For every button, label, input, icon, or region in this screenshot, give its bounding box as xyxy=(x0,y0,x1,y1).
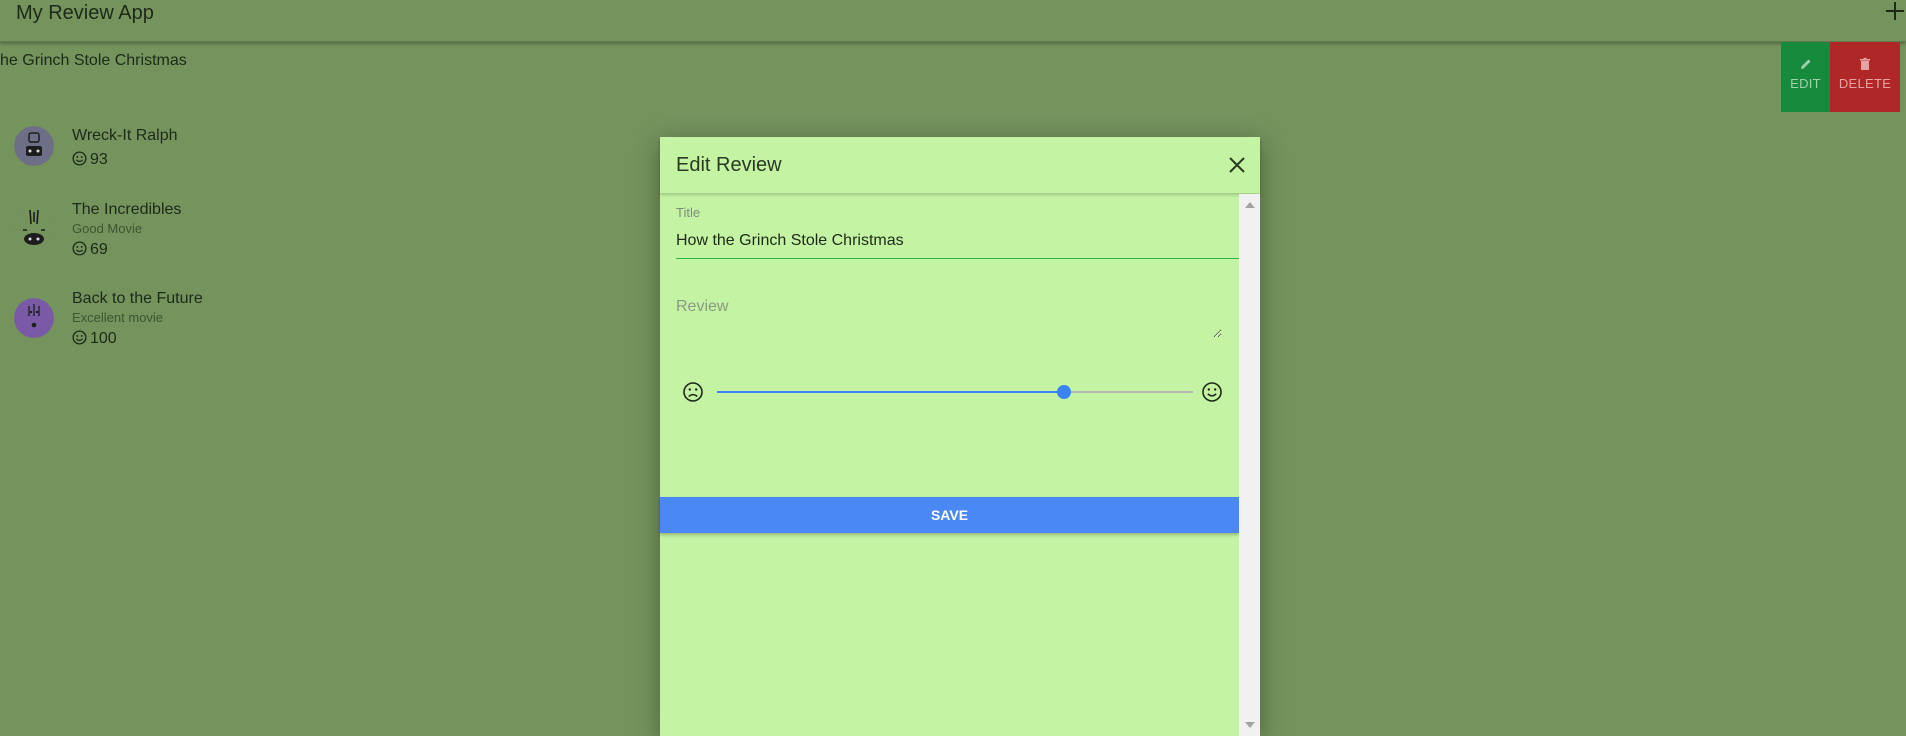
review-title: Back to the Future xyxy=(72,290,203,307)
scroll-up-arrow-icon[interactable] xyxy=(1245,202,1255,208)
app-bar: My Review App xyxy=(0,0,1906,42)
edit-action-label: EDIT xyxy=(1790,76,1821,91)
robot-avatar xyxy=(14,126,54,166)
rating-slider-thumb[interactable] xyxy=(1057,385,1072,399)
app-title: My Review App xyxy=(16,2,154,24)
review-score: 69 xyxy=(72,241,108,259)
delete-action-button[interactable]: DELETE xyxy=(1830,42,1900,112)
smile-icon xyxy=(72,241,87,256)
delete-action-label: DELETE xyxy=(1838,76,1892,91)
title-field-label: Title xyxy=(676,205,701,220)
review-field[interactable] xyxy=(676,298,1222,338)
close-icon[interactable] xyxy=(1227,155,1247,175)
save-button[interactable]: SAVE xyxy=(660,497,1239,533)
review-score-value: 93 xyxy=(90,151,108,168)
dialog-header: Edit Review xyxy=(660,137,1260,193)
plus-icon[interactable] xyxy=(1884,0,1906,22)
review-subtitle: Good Movie xyxy=(72,221,143,236)
scroll-down-arrow-icon[interactable] xyxy=(1245,722,1255,728)
review-title: The Incredibles xyxy=(72,201,182,218)
dialog-title: Edit Review xyxy=(676,154,782,176)
review-score-value: 100 xyxy=(90,330,117,347)
title-field[interactable] xyxy=(676,230,1239,259)
smile-icon xyxy=(72,151,87,166)
pencil-icon xyxy=(1800,59,1810,69)
frown-icon xyxy=(683,382,703,402)
review-score: 93 xyxy=(72,151,108,169)
swiped-review-title[interactable]: he Grinch Stole Christmas xyxy=(0,52,187,70)
review-subtitle: Excellent movie xyxy=(72,310,164,325)
dialog-body: Title SAVE xyxy=(660,194,1239,736)
edit-action-button[interactable]: EDIT xyxy=(1781,42,1830,112)
smile-icon xyxy=(72,330,87,345)
rating-slider-fill xyxy=(717,391,1065,393)
rating-slider[interactable] xyxy=(717,385,1193,399)
purple-face-avatar xyxy=(14,298,54,338)
edit-review-dialog: Edit Review Title SAVE xyxy=(660,137,1260,736)
trash-icon xyxy=(1860,57,1870,70)
review-title: Wreck-It Ralph xyxy=(72,127,178,144)
smile-icon xyxy=(1202,382,1222,402)
monster-avatar xyxy=(14,208,54,248)
review-score-value: 69 xyxy=(90,241,108,258)
dialog-scrollbar[interactable] xyxy=(1239,194,1260,736)
review-score: 100 xyxy=(72,330,117,348)
